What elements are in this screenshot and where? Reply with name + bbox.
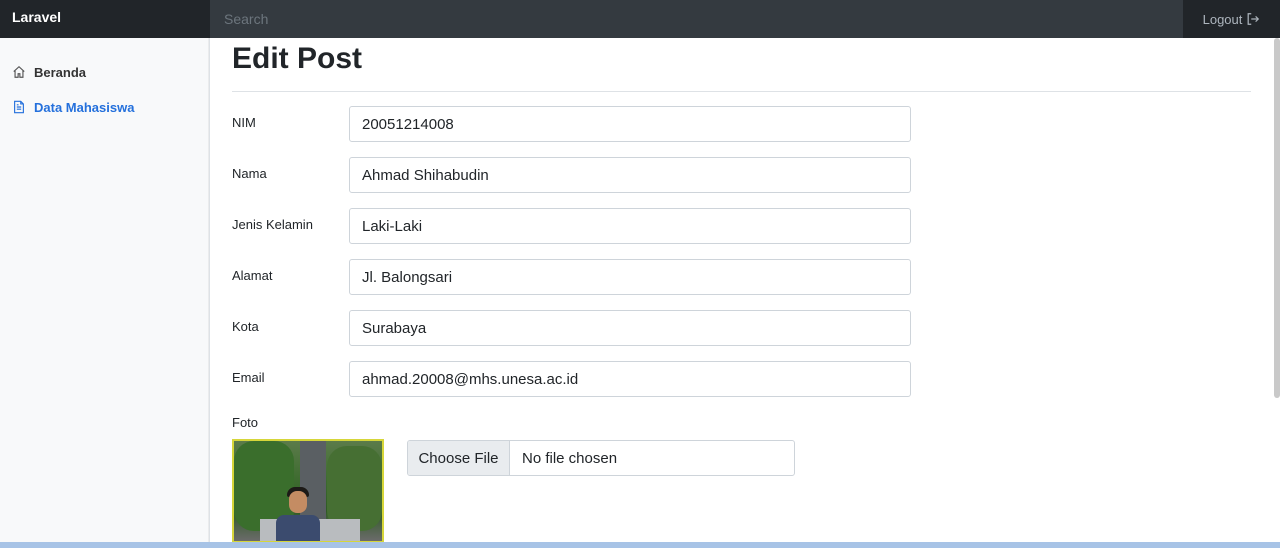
kota-label: Kota	[232, 319, 259, 334]
sidebar-item-label: Data Mahasiswa	[34, 99, 135, 115]
alamat-label: Alamat	[232, 268, 273, 283]
choose-file-button[interactable]: Choose File	[408, 441, 510, 475]
search-input[interactable]	[210, 0, 1183, 38]
nama-label: Nama	[232, 166, 267, 181]
title-divider	[232, 91, 1251, 92]
vertical-scrollbar[interactable]	[1274, 38, 1280, 398]
home-icon	[13, 65, 25, 78]
brand-link[interactable]: Laravel	[0, 0, 210, 38]
form-row-kota: Kota	[232, 310, 912, 346]
kota-field[interactable]	[349, 310, 911, 346]
file-upload-input[interactable]: Choose File No file chosen	[407, 440, 795, 476]
profile-photo	[232, 439, 384, 543]
logout-label: Logout	[1202, 11, 1243, 27]
jenis-kelamin-field[interactable]	[349, 208, 911, 244]
form-row-nama: Nama	[232, 157, 912, 193]
jenis-kelamin-label: Jenis Kelamin	[232, 217, 313, 232]
top-navbar: Laravel Logout	[0, 0, 1280, 38]
nama-field[interactable]	[349, 157, 911, 193]
bottom-edge	[0, 542, 1280, 548]
main-content: Edit Post NIM Nama Jenis Kelamin Alamat …	[232, 38, 1252, 543]
sidebar-item-data-mahasiswa[interactable]: Data Mahasiswa	[0, 97, 209, 117]
file-text-icon	[14, 100, 24, 114]
email-label: Email	[232, 370, 265, 385]
sidebar: Beranda Data Mahasiswa	[0, 38, 210, 548]
form-row-alamat: Alamat	[232, 259, 912, 295]
form-row-nim: NIM	[232, 106, 912, 142]
form-row-email: Email	[232, 361, 912, 397]
nim-label: NIM	[232, 115, 256, 130]
sidebar-item-label: Beranda	[34, 64, 87, 80]
logout-button[interactable]: Logout	[1183, 0, 1280, 38]
file-status-text: No file chosen	[522, 449, 618, 467]
sidebar-item-beranda[interactable]: Beranda	[0, 62, 209, 82]
email-field[interactable]	[349, 361, 911, 397]
form-row-jenis-kelamin: Jenis Kelamin	[232, 208, 912, 244]
foto-label: Foto	[232, 415, 259, 430]
page-title: Edit Post	[232, 42, 363, 75]
alamat-field[interactable]	[349, 259, 911, 295]
nim-field[interactable]	[349, 106, 911, 142]
logout-icon	[1247, 13, 1260, 25]
